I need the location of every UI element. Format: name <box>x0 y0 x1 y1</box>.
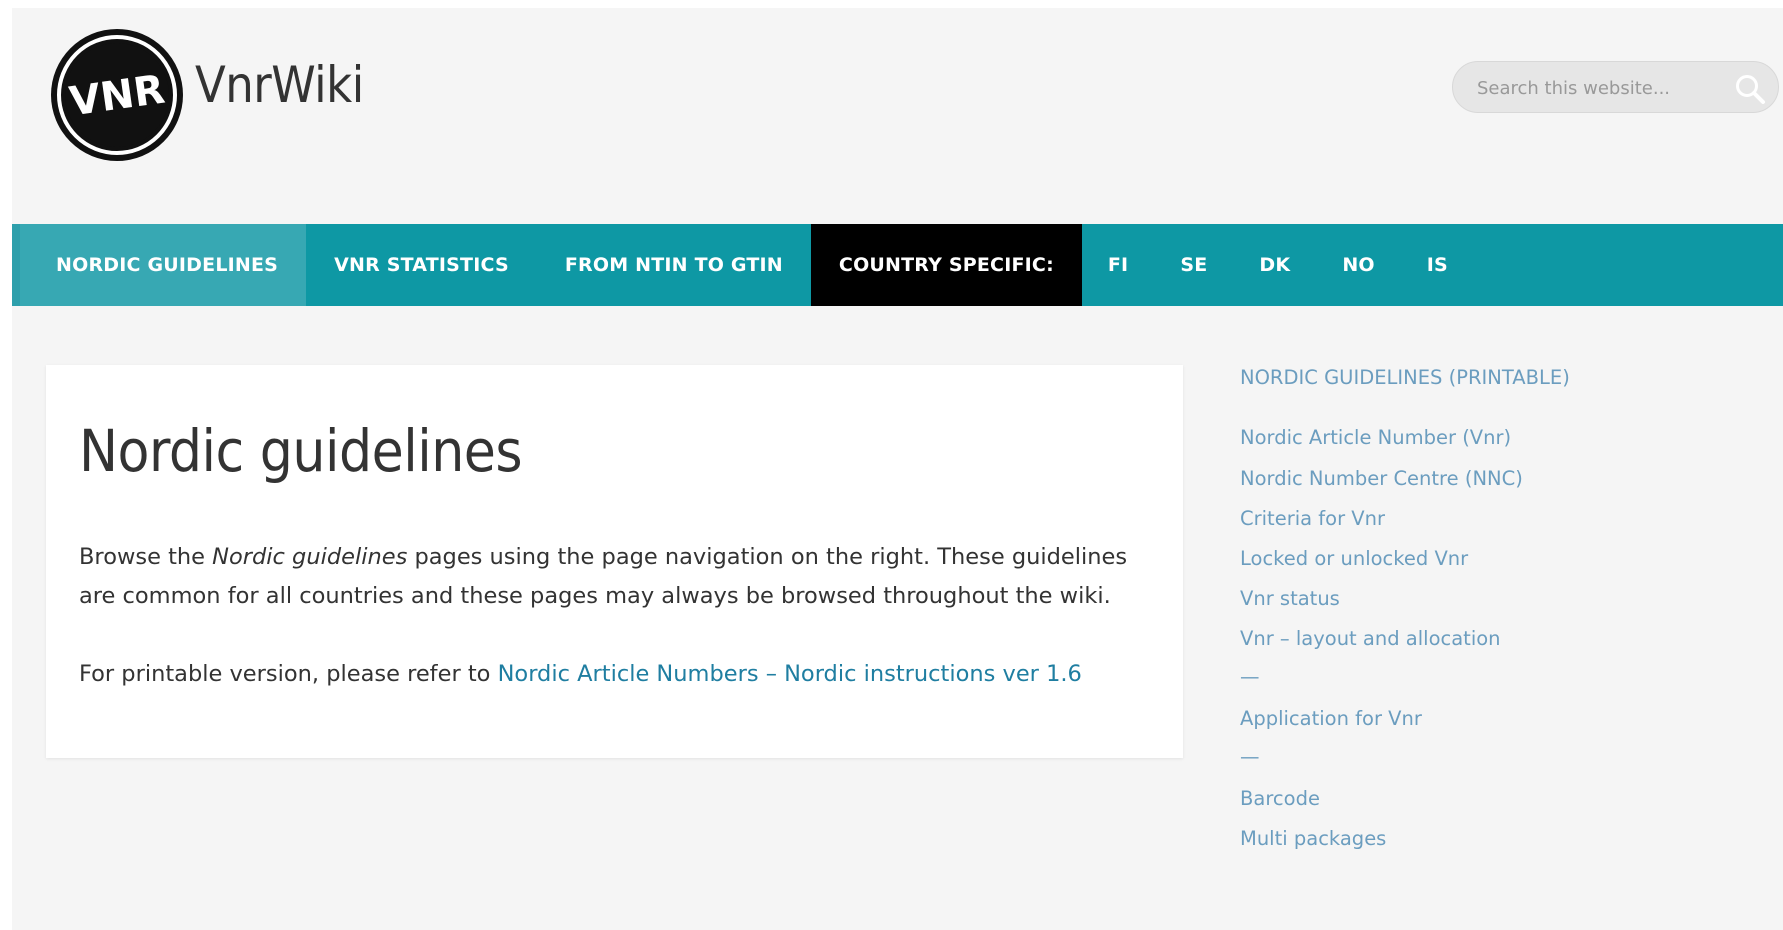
printable-paragraph: For printable version, please refer to N… <box>79 655 1149 694</box>
site-logo[interactable]: VNR <box>49 27 185 163</box>
intro-emphasis: Nordic guidelines <box>212 544 408 570</box>
nav-is[interactable]: IS <box>1401 224 1474 306</box>
sidebar-item-criteria-for-vnr[interactable]: Criteria for Vnr <box>1240 507 1385 530</box>
sidebar-item-nordic-article-number[interactable]: Nordic Article Number (Vnr) <box>1240 426 1511 449</box>
nav-se[interactable]: SE <box>1154 224 1233 306</box>
sidebar-item-nordic-guidelines-printable[interactable]: NORDIC GUIDELINES (PRINTABLE) <box>1240 366 1570 389</box>
printable-version-link[interactable]: Nordic Article Numbers – Nordic instruct… <box>498 661 1082 687</box>
nav-vnr-statistics[interactable]: VNR STATISTICS <box>306 224 537 306</box>
search-input[interactable] <box>1477 76 1727 100</box>
sidebar-item-nordic-number-centre[interactable]: Nordic Number Centre (NNC) <box>1240 467 1523 490</box>
sidebar-item-layout-and-allocation[interactable]: Vnr – layout and allocation <box>1240 627 1501 650</box>
nav-from-ntin-to-gtin[interactable]: FROM NTIN TO GTIN <box>537 224 811 306</box>
sidebar-separator: — <box>1240 745 1260 768</box>
search-icon[interactable] <box>1733 72 1767 106</box>
sidebar-item-application-for-vnr[interactable]: Application for Vnr <box>1240 707 1422 730</box>
search-box <box>1452 61 1779 113</box>
nav-nordic-guidelines[interactable]: NORDIC GUIDELINES <box>12 224 307 306</box>
nav-fi[interactable]: FI <box>1082 224 1154 306</box>
printable-text: For printable version, please refer to <box>79 661 498 687</box>
site-header: VNR VnrWiki <box>12 8 1783 224</box>
nav-country-specific[interactable]: COUNTRY SPECIFIC: <box>810 224 1082 306</box>
browser-viewport: VNR VnrWiki NORDIC GUIDELINES VNR STATIS… <box>12 8 1783 930</box>
page-title: Nordic guidelines <box>79 417 523 485</box>
sidebar-item-multi-packages[interactable]: Multi packages <box>1240 827 1386 850</box>
vnr-logo-icon: VNR <box>51 29 183 161</box>
main-navigation: NORDIC GUIDELINES VNR STATISTICS FROM NT… <box>12 224 1783 306</box>
content-card: Nordic guidelines Browse the Nordic guid… <box>46 365 1183 758</box>
nav-no[interactable]: NO <box>1316 224 1400 306</box>
nav-dk[interactable]: DK <box>1233 224 1316 306</box>
intro-text-start: Browse the <box>79 544 213 570</box>
sidebar-item-locked-or-unlocked[interactable]: Locked or unlocked Vnr <box>1240 547 1468 570</box>
sidebar-item-barcode[interactable]: Barcode <box>1240 787 1320 810</box>
sidebar-separator: — <box>1240 665 1260 688</box>
site-title[interactable]: VnrWiki <box>195 56 364 114</box>
intro-paragraph: Browse the Nordic guidelines pages using… <box>79 538 1149 616</box>
sidebar-item-vnr-status[interactable]: Vnr status <box>1240 587 1340 610</box>
